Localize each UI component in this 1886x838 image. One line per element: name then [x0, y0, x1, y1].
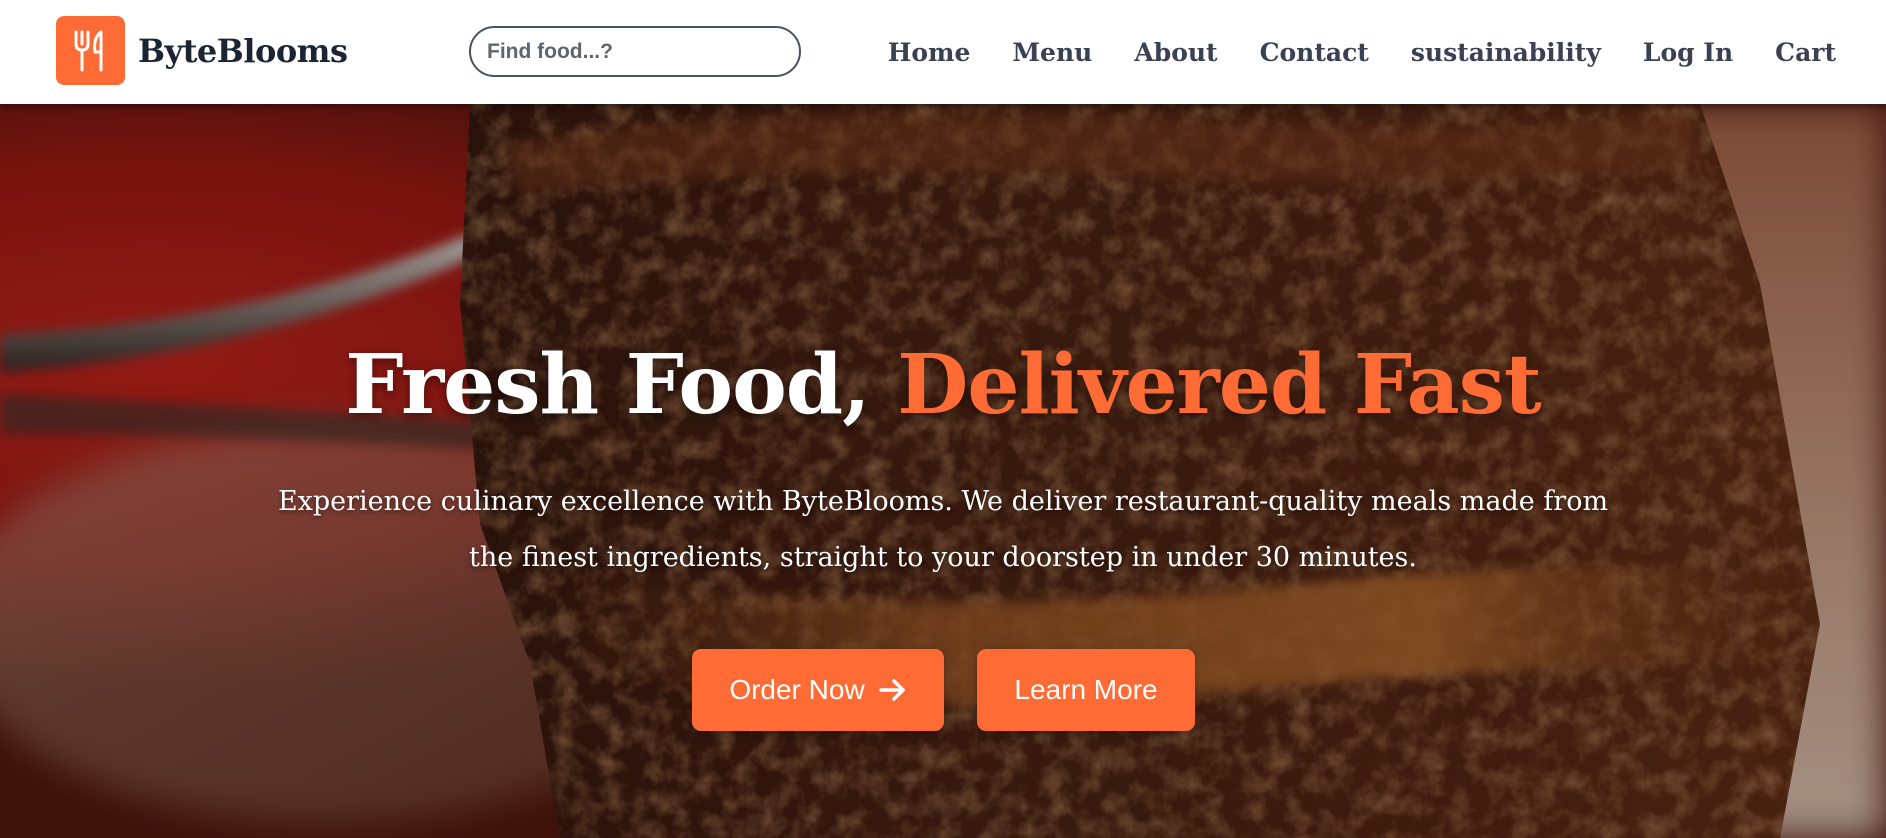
- hero-title-accent: Delivered Fast: [897, 337, 1542, 433]
- nav-links: Home Menu About Contact sustainability L…: [888, 0, 1836, 104]
- learn-more-label: Learn More: [1014, 674, 1158, 705]
- brand-name[interactable]: ByteBlooms: [138, 32, 348, 70]
- hero-subtitle: Experience culinary excellence with Byte…: [277, 486, 1609, 573]
- nav-cart[interactable]: Cart: [1775, 38, 1836, 67]
- nav-contact[interactable]: Contact: [1260, 38, 1369, 67]
- nav-home[interactable]: Home: [888, 38, 971, 67]
- nav-menu[interactable]: Menu: [1012, 38, 1092, 67]
- hero-title: Fresh Food, Delivered Fast: [0, 344, 1886, 426]
- learn-more-button[interactable]: Learn More: [977, 649, 1195, 731]
- order-now-button[interactable]: Order Now: [692, 649, 944, 731]
- nav-sustainability[interactable]: sustainability: [1411, 38, 1601, 67]
- hero-section: Fresh Food, Delivered Fast Experience cu…: [0, 104, 1886, 838]
- hero-title-main: Fresh Food,: [345, 337, 870, 433]
- order-now-label: Order Now: [729, 674, 865, 705]
- hero-content: Fresh Food, Delivered Fast Experience cu…: [0, 104, 1886, 838]
- nav-login[interactable]: Log In: [1643, 38, 1733, 67]
- nav-about[interactable]: About: [1134, 38, 1217, 67]
- search-input[interactable]: [469, 26, 801, 77]
- brand[interactable]: ByteBlooms: [56, 16, 348, 85]
- utensils-icon: [74, 30, 102, 71]
- arrow-right-icon: [878, 678, 907, 702]
- navbar: ByteBlooms Home Menu About Contact susta…: [0, 0, 1886, 104]
- logo[interactable]: [56, 16, 125, 85]
